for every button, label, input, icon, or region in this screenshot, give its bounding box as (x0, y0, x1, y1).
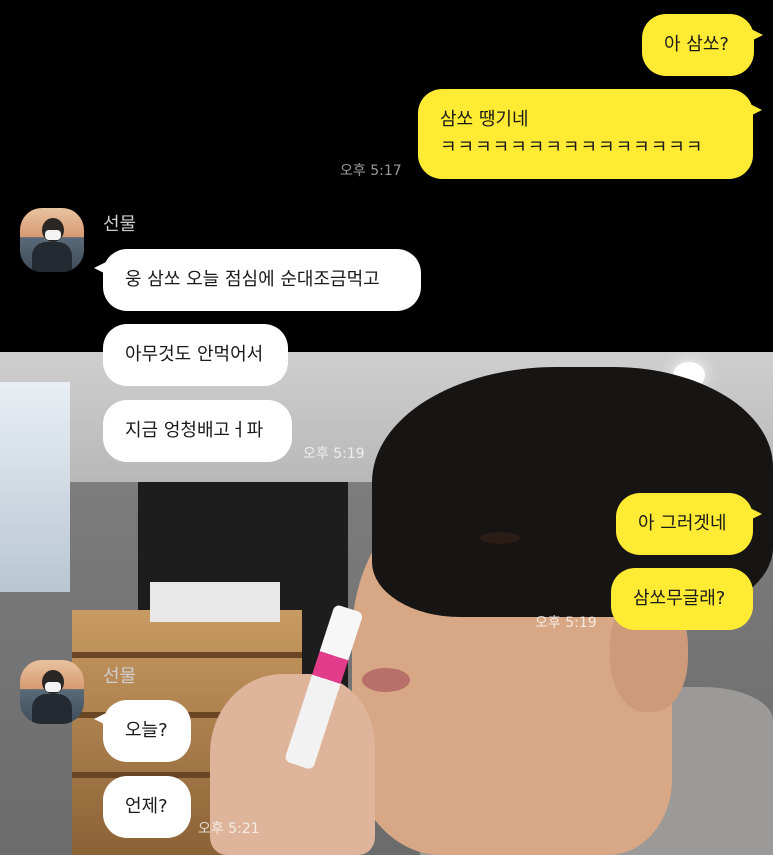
photo-eye (480, 532, 520, 544)
avatar[interactable] (20, 660, 84, 724)
message-text: 웅 삼쏘 오늘 점심에 순대조금먹고 (125, 269, 380, 290)
message-text: 오늘? (125, 720, 168, 741)
photo-lips (362, 668, 410, 692)
sender-name: 선물 (103, 666, 137, 687)
message-timestamp: 오후 5:17 (340, 163, 402, 179)
their-message-bubble[interactable]: 아무것도 안먹어서 (103, 324, 288, 386)
avatar-mask (45, 682, 61, 692)
message-text: 아 그러겟네 (638, 513, 727, 534)
their-message-bubble[interactable]: 오늘? (94, 700, 191, 762)
my-message-bubble[interactable]: 아 그러겟네 (616, 493, 762, 555)
photo-window (0, 382, 70, 592)
their-message-bubble[interactable]: 웅 삼쏘 오늘 점심에 순대조금먹고 (94, 249, 421, 311)
message-timestamp: 오후 5:19 (535, 615, 597, 631)
message-text: 삼쏘 땡기네 (440, 109, 529, 130)
sender-name: 선물 (103, 214, 137, 235)
avatar-body (32, 694, 72, 724)
their-message-bubble[interactable]: 언제? (103, 776, 191, 838)
their-message-bubble[interactable]: 지금 엉청배고ㅓ파 (103, 400, 292, 462)
photo-box (150, 582, 280, 622)
message-text: ㅋㅋㅋㅋㅋㅋㅋㅋㅋㅋㅋㅋㅋㅋㅋ (440, 137, 704, 158)
my-message-bubble[interactable]: 삼쏘무글래? (611, 568, 753, 630)
avatar-body (32, 242, 72, 272)
message-text: 삼쏘무글래? (633, 588, 726, 609)
message-timestamp: 오후 5:19 (303, 446, 365, 462)
my-message-bubble[interactable]: 아 삼쏘? (642, 14, 763, 76)
chat-screen: 아 삼쏘? 삼쏘 땡기네 ㅋㅋㅋㅋㅋㅋㅋㅋㅋㅋㅋㅋㅋㅋㅋ 오후 5:17 선물 … (0, 0, 773, 855)
my-message-bubble[interactable]: 삼쏘 땡기네 ㅋㅋㅋㅋㅋㅋㅋㅋㅋㅋㅋㅋㅋㅋㅋ (418, 89, 762, 179)
avatar[interactable] (20, 208, 84, 272)
message-text: 지금 엉청배고ㅓ파 (125, 420, 264, 441)
message-text: 언제? (125, 796, 168, 817)
message-text: 아무것도 안먹어서 (125, 344, 264, 365)
avatar-mask (45, 230, 61, 240)
photo-shelf-line (72, 652, 302, 658)
message-timestamp: 오후 5:21 (198, 821, 260, 837)
message-text: 아 삼쏘? (664, 34, 729, 55)
